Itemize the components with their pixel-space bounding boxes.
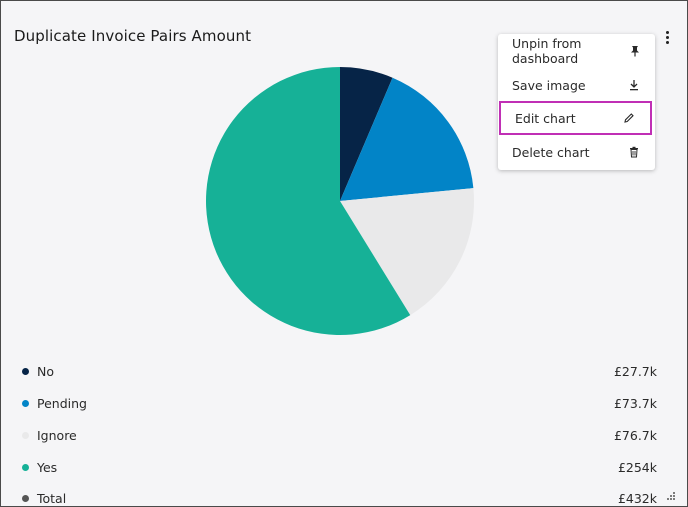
legend-label: Yes [37,459,58,475]
menu-item-save-image[interactable]: Save image [498,68,655,102]
legend-value: £254k [617,459,657,475]
legend-item-ignore: Ignore £76.7k [22,426,657,444]
legend-label: Total [37,490,67,506]
pin-icon [629,44,641,58]
menu-item-delete-chart[interactable]: Delete chart [498,135,655,169]
chart-options-menu: Unpin from dashboard Save image Edit cha… [498,34,655,170]
menu-item-edit-chart[interactable]: Edit chart [499,101,652,135]
legend-color-dot [22,494,29,502]
legend-item-no: No £27.7k [22,362,657,380]
legend-label: Ignore [37,427,77,443]
menu-item-label: Unpin from dashboard [512,36,582,66]
legend-label: Pending [37,395,87,411]
chart-card: Duplicate Invoice Pairs Amount Unpin fro… [0,0,688,507]
menu-item-label: Save image [512,77,586,93]
legend-value: £73.7k [613,395,657,411]
legend-value: £27.7k [613,363,657,379]
legend-color-dot [22,463,29,471]
menu-item-label: Delete chart [512,144,590,160]
legend-value: £76.7k [613,427,657,443]
resize-handle-icon[interactable] [666,491,676,501]
legend-item-yes: Yes £254k [22,458,657,476]
legend-label: No [37,363,54,379]
trash-icon [627,145,641,159]
pencil-icon [622,111,636,125]
legend-color-dot [22,399,29,407]
legend-value: £432k [617,490,657,506]
legend-item-pending: Pending £73.7k [22,394,657,412]
legend-color-dot [22,431,29,439]
legend-item-total: Total £432k [22,489,657,506]
menu-item-label: Edit chart [515,110,576,126]
legend-color-dot [22,367,29,375]
download-icon [627,78,641,92]
menu-item-unpin[interactable]: Unpin from dashboard [498,34,655,68]
